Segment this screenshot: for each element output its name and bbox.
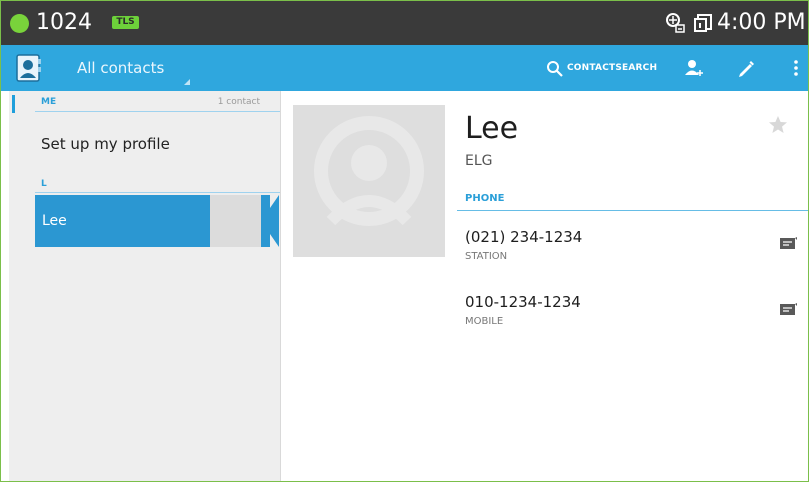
phone-number[interactable]: 010-1234-1234 xyxy=(465,293,581,311)
tls-badge: TLS xyxy=(112,16,139,29)
message-icon[interactable] xyxy=(779,236,797,250)
contact-list-pane: ME 1 contact Set up my profile L Lee xyxy=(9,91,281,481)
section-divider xyxy=(35,192,280,193)
status-number: 1024 xyxy=(36,10,92,35)
contact-photo[interactable] xyxy=(293,105,445,257)
contact-name: Lee xyxy=(42,213,67,229)
contact-detail-name: Lee xyxy=(465,111,519,146)
selection-arrow-icon xyxy=(261,195,279,247)
add-contact-icon[interactable] xyxy=(683,58,703,78)
phone-section-divider xyxy=(457,210,808,211)
contacts-app-icon[interactable] xyxy=(15,53,43,83)
contact-detail-pane: Lee ELG PHONE (021) 234-1234 STATION 010… xyxy=(281,91,808,481)
contact-company: ELG xyxy=(465,153,493,169)
edit-icon[interactable] xyxy=(736,58,756,78)
sim-card-icon xyxy=(693,13,713,33)
contact-count: 1 contact xyxy=(217,97,260,107)
contact-thumbnail xyxy=(210,195,261,247)
phone-type: MOBILE xyxy=(465,316,504,327)
section-divider xyxy=(35,111,280,112)
message-icon[interactable] xyxy=(779,302,797,316)
search-icon xyxy=(547,60,563,77)
app-window: 1024 TLS 4:00 PM All contacts CONTACTSEA… xyxy=(0,0,809,482)
overflow-menu-icon[interactable] xyxy=(788,58,808,78)
contact-list-item-lee[interactable]: Lee xyxy=(35,195,270,247)
status-bar: 1024 TLS 4:00 PM xyxy=(1,1,808,45)
setup-profile-item[interactable]: Set up my profile xyxy=(41,135,170,153)
clock: 4:00 PM xyxy=(717,10,806,35)
search-label: CONTACTSEARCH xyxy=(567,63,658,73)
status-indicator-icon xyxy=(10,14,29,33)
scroll-indicator xyxy=(12,95,15,113)
section-header-l: L xyxy=(41,179,47,189)
page-title: All contacts xyxy=(77,59,165,77)
phone-type: STATION xyxy=(465,251,508,262)
favorite-star-icon[interactable] xyxy=(768,115,788,135)
dropdown-corner-icon xyxy=(184,79,190,85)
phone-section-header: PHONE xyxy=(465,193,505,204)
phone-number[interactable]: (021) 234-1234 xyxy=(465,228,582,246)
action-bar: All contacts CONTACTSEARCH xyxy=(1,45,808,91)
contact-search-button[interactable]: CONTACTSEARCH xyxy=(546,57,657,79)
section-header-me: ME xyxy=(41,97,57,107)
network-icon xyxy=(664,12,686,34)
